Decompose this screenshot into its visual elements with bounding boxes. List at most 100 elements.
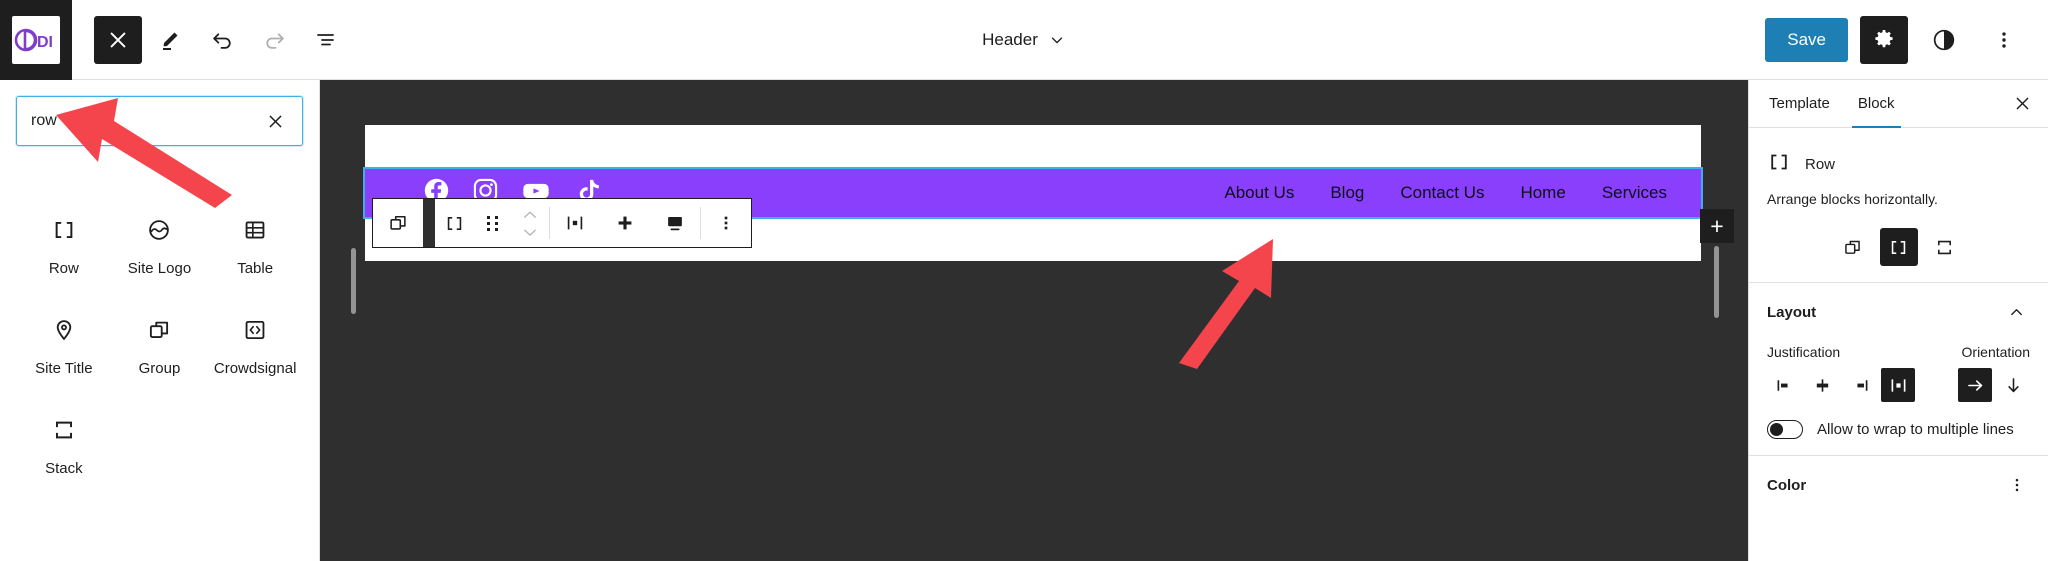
list-view-button[interactable] — [302, 16, 350, 64]
color-section: Color — [1749, 455, 2048, 514]
close-icon — [269, 115, 281, 127]
header-left-tools — [72, 15, 350, 64]
inserter-block-crowdsignal[interactable]: Crowdsignal — [207, 302, 303, 396]
save-button[interactable]: Save — [1765, 17, 1848, 62]
inserter-block-table[interactable]: Table — [207, 202, 303, 296]
layout-control-labels: Justification Orientation — [1767, 344, 2030, 360]
site-hub-button[interactable]: DI — [0, 0, 72, 80]
edit-mode-button[interactable] — [146, 16, 194, 64]
wrap-toggle-row: Allow to wrap to multiple lines — [1767, 420, 2030, 439]
nav-link-contact-us[interactable]: Contact Us — [1400, 183, 1484, 203]
row-variation-button[interactable] — [435, 199, 473, 247]
more-vertical-icon — [2002, 31, 2006, 48]
move-down-button[interactable] — [521, 224, 539, 241]
inserter-block-site-logo[interactable]: Site Logo — [112, 202, 208, 296]
inserter-block-grid: Row Site Logo Table Site Title Group Cro… — [0, 162, 319, 496]
variation-stack-button[interactable] — [1926, 228, 1964, 266]
block-label: Row — [48, 260, 79, 277]
settings-sidebar: Template Block Row Arrange blocks horizo… — [1748, 80, 2048, 561]
nav-links-row: About Us Blog Contact Us Home Services — [1224, 183, 1667, 203]
settings-button[interactable] — [1860, 15, 1908, 64]
block-label: Stack — [45, 460, 83, 477]
justify-center-button[interactable] — [1805, 368, 1839, 402]
toggle-knob — [1770, 422, 1783, 436]
editor-canvas: About Us Blog Contact Us Home Services + — [320, 80, 1748, 561]
block-toolbar — [372, 198, 752, 248]
orientation-vertical-button[interactable] — [1996, 368, 2030, 402]
justify-space-between-icon — [1891, 378, 1905, 392]
plus-icon — [618, 216, 632, 230]
undo-button[interactable] — [198, 16, 246, 64]
editor-header: DI Header Save — [0, 0, 2048, 80]
inserter-block-site-title[interactable]: Site Title — [16, 302, 112, 396]
move-up-button[interactable] — [521, 206, 539, 223]
block-variations — [1767, 228, 2030, 274]
tab-template[interactable]: Template — [1755, 80, 1844, 128]
document-title-dropdown[interactable]: Header — [972, 24, 1076, 56]
orientation-horizontal-button[interactable] — [1958, 368, 1992, 402]
add-block-button[interactable] — [600, 199, 650, 247]
justify-right-button[interactable] — [1843, 368, 1877, 402]
redo-button[interactable] — [250, 16, 298, 64]
more-vertical-icon — [724, 216, 728, 230]
close-sidebar-button[interactable] — [2004, 86, 2040, 122]
block-move-group — [435, 199, 549, 247]
inserter-block-stack[interactable]: Stack — [16, 402, 112, 496]
variation-row-button[interactable] — [1879, 228, 1918, 266]
nav-link-about-us[interactable]: About Us — [1224, 183, 1294, 203]
nav-link-home[interactable]: Home — [1520, 183, 1565, 203]
redo-icon — [265, 33, 284, 49]
layout-section-header: Layout — [1767, 299, 2030, 326]
styles-button[interactable] — [1920, 16, 1968, 64]
inserter-search-area — [0, 80, 319, 162]
inserter-block-group[interactable]: Group — [112, 302, 208, 396]
search-input[interactable] — [31, 112, 262, 130]
crowdsignal-icon — [242, 316, 268, 344]
svg-text:DI: DI — [37, 34, 53, 51]
change-block-type-button[interactable] — [373, 199, 423, 247]
group-icon — [146, 316, 172, 344]
list-view-icon — [317, 33, 334, 45]
color-options-button[interactable] — [2004, 472, 2030, 498]
justification-label: Justification — [1767, 344, 1841, 360]
arrow-right-icon — [1967, 379, 1982, 391]
block-card-header: Row — [1767, 150, 2030, 179]
layout-collapse-button[interactable] — [2003, 299, 2030, 326]
site-title-icon — [51, 316, 77, 344]
justify-button[interactable] — [550, 199, 600, 247]
display-settings-button[interactable] — [650, 199, 700, 247]
inserter-block-row[interactable]: Row — [16, 202, 112, 296]
block-label: Site Logo — [127, 260, 192, 277]
block-options-group — [701, 199, 751, 247]
allow-wrap-label: Allow to wrap to multiple lines — [1817, 421, 2014, 438]
block-appender-plus[interactable]: + — [1700, 209, 1734, 243]
nav-link-services[interactable]: Services — [1602, 183, 1667, 203]
block-type-group — [373, 199, 423, 247]
drag-dots-icon — [486, 215, 498, 231]
block-label: Table — [237, 260, 274, 277]
block-more-options-button[interactable] — [701, 199, 751, 247]
chevron-down-icon — [524, 229, 536, 236]
block-inserter-panel: Row Site Logo — [0, 80, 320, 561]
close-icon — [2016, 97, 2028, 110]
justify-left-button[interactable] — [1767, 368, 1801, 402]
allow-wrap-toggle[interactable] — [1767, 420, 1803, 439]
gear-icon — [1875, 29, 1893, 47]
tab-block[interactable]: Block — [1844, 80, 1909, 128]
variation-group-button[interactable] — [1834, 228, 1872, 266]
block-label: Site Title — [35, 360, 93, 377]
block-name: Row — [1805, 156, 1836, 173]
justify-space-between-button[interactable] — [1881, 368, 1915, 402]
stack-icon — [1938, 240, 1951, 254]
sidebar-tabs: Template Block — [1749, 80, 2048, 128]
close-editor-button[interactable] — [94, 15, 142, 64]
search-box[interactable] — [16, 96, 303, 146]
editor-body: Row Site Logo — [0, 80, 2048, 561]
right-resize-handle[interactable] — [1714, 246, 1719, 318]
drag-handle-button[interactable] — [473, 199, 511, 247]
nav-link-blog[interactable]: Blog — [1330, 183, 1364, 203]
left-resize-handle[interactable] — [351, 248, 356, 314]
options-button[interactable] — [1980, 16, 2028, 64]
clear-search-button[interactable] — [262, 108, 288, 134]
chevron-down-icon — [1051, 37, 1063, 44]
